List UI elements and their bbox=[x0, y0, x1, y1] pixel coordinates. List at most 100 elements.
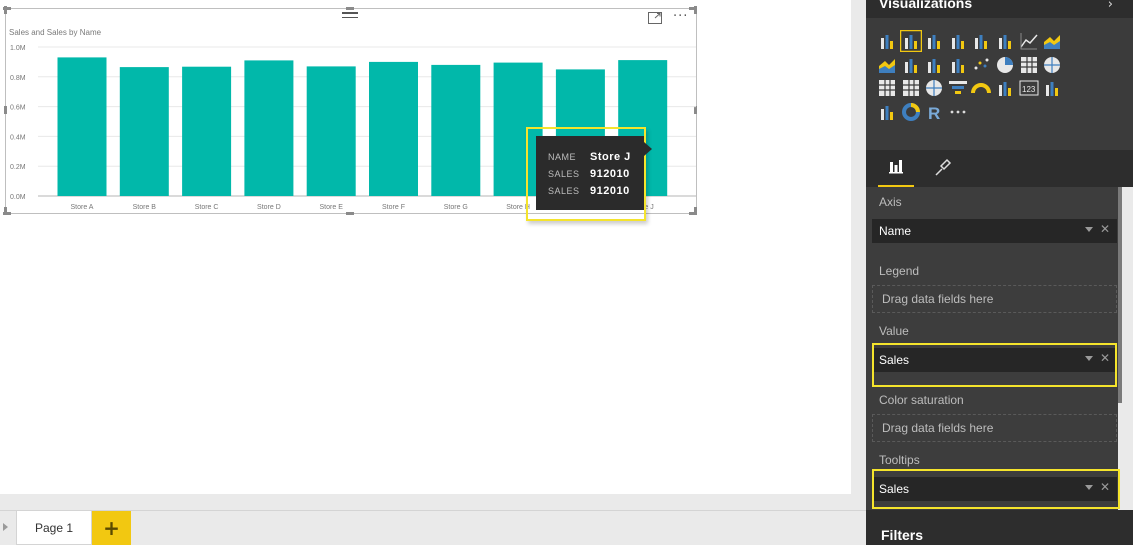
y-tick-label: 0.0M bbox=[10, 194, 26, 201]
clustered-column-icon[interactable] bbox=[899, 29, 922, 53]
axis-well-label: Axis bbox=[879, 195, 902, 209]
funnel-icon[interactable] bbox=[947, 77, 969, 99]
x-tick-label: Store A bbox=[71, 204, 94, 211]
svg-text:123: 123 bbox=[1022, 85, 1036, 94]
line-column-icon[interactable] bbox=[900, 54, 922, 76]
data-tooltip: NAME Store J SALES 912010 SALES 912010 bbox=[536, 136, 644, 210]
resize-handle[interactable] bbox=[4, 6, 7, 14]
value-well-label: Value bbox=[879, 324, 909, 338]
tooltip-key: NAME bbox=[548, 151, 577, 162]
x-tick-label: Store G bbox=[444, 204, 468, 211]
drag-grip-icon[interactable] bbox=[342, 12, 358, 21]
color-saturation-drop-zone[interactable]: Drag data fields here bbox=[872, 414, 1117, 442]
y-tick-label: 0.4M bbox=[10, 134, 26, 141]
map-icon[interactable] bbox=[1041, 54, 1063, 76]
filters-header[interactable]: Filters bbox=[866, 510, 1133, 545]
visualizations-title: Visualizations bbox=[879, 0, 973, 11]
treemap-icon[interactable] bbox=[1018, 54, 1040, 76]
tooltip-row: SALES 912010 bbox=[548, 165, 644, 182]
fields-tab[interactable] bbox=[878, 150, 914, 187]
area-chart-icon[interactable] bbox=[1041, 30, 1063, 52]
pie-chart-icon[interactable] bbox=[994, 54, 1016, 76]
ribbon-chart-icon[interactable] bbox=[947, 54, 969, 76]
value-well-highlight bbox=[872, 343, 1117, 387]
x-tick-label: Store D bbox=[257, 204, 281, 211]
donut-chart-icon[interactable] bbox=[900, 101, 922, 123]
pane-scrollbar[interactable] bbox=[1118, 187, 1122, 403]
tooltip-value: 912010 bbox=[590, 184, 630, 197]
page-tabs-bar: Page 1 + bbox=[0, 510, 866, 545]
tooltip-value: Store J bbox=[590, 150, 631, 163]
stacked-bar-icon[interactable] bbox=[876, 30, 898, 52]
gauge-icon[interactable] bbox=[970, 77, 992, 99]
table-icon[interactable] bbox=[876, 77, 898, 99]
legend-well-label: Legend bbox=[879, 264, 920, 278]
tooltip-row: SALES 912010 bbox=[548, 182, 644, 199]
tooltip-value: 912010 bbox=[590, 167, 630, 180]
pane-tabs bbox=[866, 150, 1133, 187]
bar[interactable] bbox=[57, 57, 107, 197]
field-dropdown-icon[interactable] bbox=[1085, 227, 1093, 232]
more-options-icon[interactable]: ··· bbox=[673, 9, 688, 24]
axis-field-pill[interactable]: Name ✕ bbox=[872, 219, 1117, 243]
remove-field-icon[interactable]: ✕ bbox=[1100, 222, 1110, 236]
stacked-area-icon[interactable] bbox=[876, 54, 898, 76]
bar[interactable] bbox=[369, 61, 418, 197]
tooltip-key: SALES bbox=[548, 185, 580, 196]
100-column-icon[interactable] bbox=[994, 30, 1016, 52]
card-icon[interactable]: 123 bbox=[1018, 77, 1040, 99]
line-stacked-column-icon[interactable] bbox=[923, 54, 945, 76]
filters-title: Filters bbox=[881, 527, 924, 543]
bar[interactable] bbox=[182, 66, 232, 196]
x-tick-label: Store F bbox=[382, 204, 405, 211]
scatter-icon[interactable] bbox=[970, 54, 992, 76]
svg-text:R: R bbox=[928, 104, 940, 123]
tooltips-well-label: Tooltips bbox=[879, 453, 920, 467]
visualizations-pane: Visualizations › 123 R Axis Name ✕ Legend… bbox=[866, 0, 1133, 545]
visual-title: Sales and Sales by Name bbox=[9, 28, 102, 37]
slicer-icon[interactable] bbox=[876, 101, 898, 123]
visual-type-gallery: 123 R bbox=[866, 18, 1133, 150]
line-chart-icon[interactable] bbox=[1018, 30, 1040, 52]
bar[interactable] bbox=[119, 67, 169, 196]
format-tab[interactable] bbox=[924, 150, 960, 187]
multirow-card-icon[interactable] bbox=[994, 77, 1016, 99]
tooltip-arrow bbox=[644, 142, 652, 156]
kpi-icon[interactable] bbox=[1041, 77, 1063, 99]
y-tick-label: 0.8M bbox=[10, 75, 26, 82]
x-tick-label: Store B bbox=[133, 204, 157, 211]
x-tick-label: Store E bbox=[320, 204, 344, 211]
axis-field-name: Name bbox=[879, 224, 912, 238]
paint-roller-icon bbox=[935, 158, 952, 176]
visualizations-header: Visualizations › bbox=[866, 0, 1133, 18]
tooltips-well-highlight bbox=[872, 469, 1120, 509]
more-visuals-icon[interactable] bbox=[947, 101, 969, 123]
fields-icon bbox=[889, 160, 903, 174]
y-tick-label: 1.0M bbox=[10, 45, 26, 52]
stacked-column-icon[interactable] bbox=[947, 30, 969, 52]
resize-handle[interactable] bbox=[346, 7, 354, 10]
x-tick-label: Store C bbox=[195, 204, 219, 211]
focus-mode-icon[interactable] bbox=[648, 12, 662, 24]
legend-drop-zone[interactable]: Drag data fields here bbox=[872, 285, 1117, 313]
y-tick-label: 0.2M bbox=[10, 164, 26, 171]
r-visual-icon[interactable]: R bbox=[923, 101, 945, 123]
tooltip-key: SALES bbox=[548, 168, 580, 179]
100-bar-icon[interactable] bbox=[970, 30, 992, 52]
resize-handle[interactable] bbox=[694, 6, 697, 14]
report-page[interactable]: ··· Sales and Sales by Name 0.0M 0.2M 0.4M… bbox=[0, 0, 851, 494]
matrix-icon[interactable] bbox=[900, 77, 922, 99]
bar[interactable] bbox=[244, 60, 294, 197]
bar[interactable] bbox=[306, 66, 356, 197]
add-page-button[interactable]: + bbox=[92, 511, 131, 545]
tab-scroll-left-icon[interactable] bbox=[3, 523, 8, 531]
report-canvas: ··· Sales and Sales by Name 0.0M 0.2M 0.4M… bbox=[0, 0, 866, 510]
tooltip-row: NAME Store J bbox=[548, 148, 644, 165]
tab-page-1[interactable]: Page 1 bbox=[16, 511, 92, 545]
clustered-bar-icon[interactable] bbox=[923, 30, 945, 52]
color-saturation-well-label: Color saturation bbox=[879, 393, 964, 407]
filled-map-icon[interactable] bbox=[923, 77, 945, 99]
y-tick-label: 0.6M bbox=[10, 105, 26, 112]
bar[interactable] bbox=[431, 64, 481, 197]
collapse-pane-icon[interactable]: › bbox=[1108, 0, 1113, 12]
